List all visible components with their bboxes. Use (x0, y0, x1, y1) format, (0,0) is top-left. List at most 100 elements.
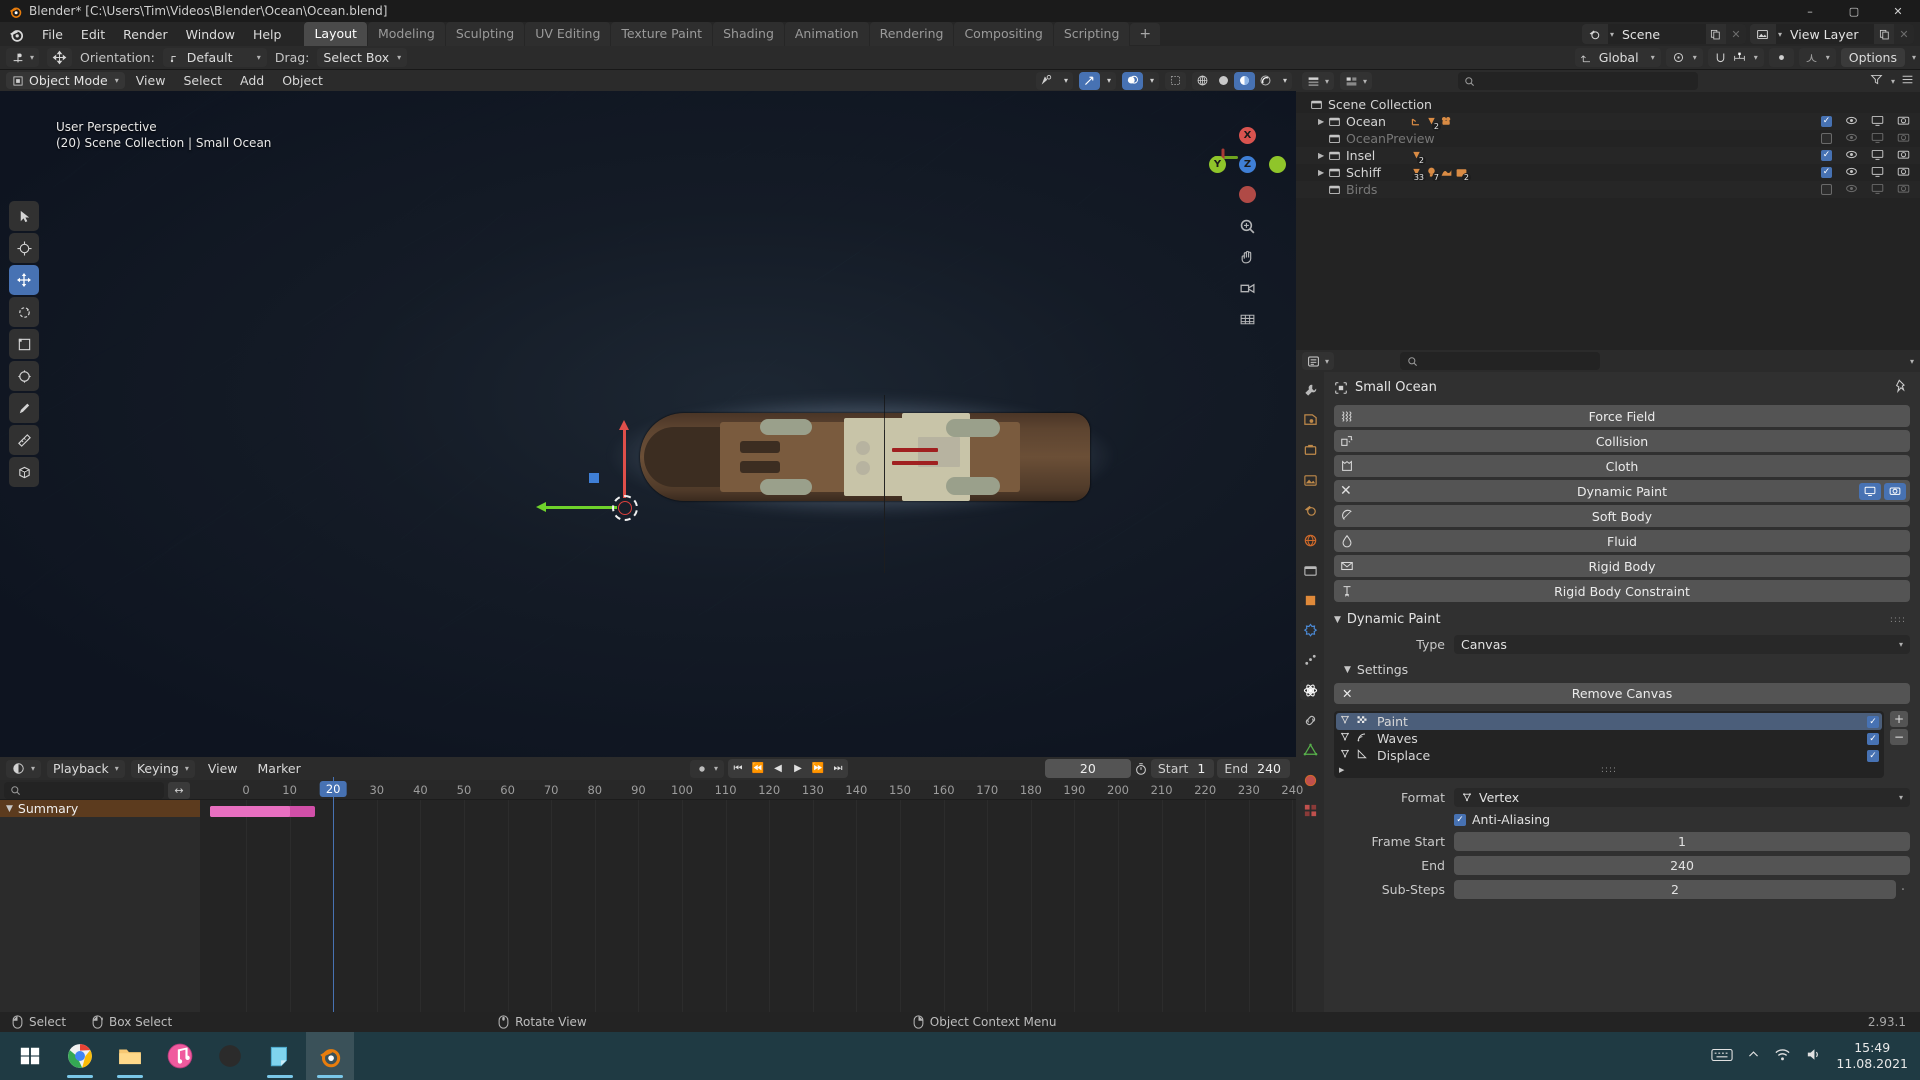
menu-render[interactable]: Render (114, 24, 177, 45)
hide-in-viewport-eye-icon[interactable] (1845, 182, 1858, 198)
viewport-menu-object[interactable]: Object (275, 72, 330, 89)
zoom-icon[interactable] (1236, 215, 1258, 237)
settings-expand-triangle-icon[interactable]: ▼ (1344, 665, 1351, 675)
outliner-badge-camera-icon[interactable] (1440, 115, 1453, 128)
substeps-animate-dot[interactable]: · (1896, 882, 1910, 898)
drag-dropdown[interactable]: Select Box ▾ (317, 48, 408, 67)
outliner-expand-triangle-icon[interactable]: ▶ (1318, 151, 1324, 160)
volume-icon[interactable] (1805, 1046, 1822, 1066)
workspace-tab-sculpting[interactable]: Sculpting (445, 22, 525, 46)
hide-in-viewport-eye-icon[interactable] (1845, 131, 1858, 147)
properties-editor-type-dropdown[interactable]: ▾ (1302, 352, 1335, 370)
workspace-tab-texture-paint[interactable]: Texture Paint (611, 22, 713, 46)
outliner-filter-chevron-icon[interactable]: ▾ (1891, 77, 1895, 86)
outliner-row[interactable]: Birds (1296, 181, 1920, 198)
disable-in-viewports-monitor-icon[interactable] (1871, 182, 1884, 198)
antialiasing-checkbox-wrap[interactable]: ✓ Anti-Aliasing (1454, 812, 1550, 827)
current-frame-field[interactable]: 20 (1044, 759, 1131, 778)
remove-canvas-button[interactable]: ✕ Remove Canvas (1334, 683, 1910, 704)
outliner-badge-light-icon[interactable]: 7 (1425, 166, 1441, 182)
physics-button-soft-body[interactable]: Soft Body (1334, 505, 1910, 527)
physics-button-dynamic-paint[interactable]: ✕ Dynamic Paint (1334, 480, 1910, 502)
outliner-expand-triangle-icon[interactable]: ▶ (1318, 168, 1324, 177)
workspace-tab-animation[interactable]: Animation (784, 22, 869, 46)
gizmo-axis-z-ball[interactable]: Z (1239, 156, 1256, 173)
close-button[interactable]: ✕ (1876, 0, 1920, 22)
outliner-expand-triangle-icon[interactable]: ▶ (1318, 117, 1324, 126)
outliner-badge-mesh-icon[interactable]: 33 (1410, 166, 1426, 182)
tab-collection[interactable] (1300, 560, 1320, 580)
menu-file[interactable]: File (33, 24, 72, 45)
sticky-notes-icon[interactable] (256, 1032, 304, 1080)
properties-tab-strip[interactable] (1296, 372, 1324, 1030)
disable-in-renders-camera-icon[interactable] (1897, 182, 1910, 198)
viewport-menu-add[interactable]: Add (233, 72, 271, 89)
outliner-badge-empty-icon[interactable] (1410, 115, 1423, 128)
show-gizmo-icon[interactable] (1079, 71, 1100, 90)
end-frame-field[interactable]: End 240 (1217, 759, 1290, 778)
chrome-icon[interactable] (56, 1032, 104, 1080)
visibility-chevron-down-icon[interactable]: ▾ (1059, 72, 1073, 90)
physics-button-fluid[interactable]: Fluid (1334, 530, 1910, 552)
surface-list-item[interactable]: Displace ✓ (1336, 747, 1882, 764)
3d-cursor-icon[interactable] (612, 495, 638, 521)
physics-button-rigid-body-constraint[interactable]: Rigid Body Constraint (1334, 580, 1910, 602)
tweak-select-tool[interactable] (9, 201, 39, 231)
move-gizmo-y-axis-arrow[interactable] (536, 502, 617, 512)
new-view-layer-button[interactable] (1874, 24, 1894, 44)
properties-options-chevron-icon[interactable]: ▾ (1910, 357, 1914, 366)
rendered-shading-icon[interactable] (1255, 72, 1276, 90)
disable-in-renders-camera-icon[interactable] (1897, 114, 1910, 130)
keying-dropdown[interactable]: Keying ▾ (130, 759, 195, 778)
workspace-tab-modeling[interactable]: Modeling (367, 22, 445, 46)
menu-window[interactable]: Window (177, 24, 244, 45)
move-gizmo-plane-handle[interactable] (589, 473, 599, 483)
workspace-tab-rendering[interactable]: Rendering (869, 22, 954, 46)
use-preview-range-icon[interactable] (1134, 762, 1148, 776)
tab-constraints[interactable] (1300, 710, 1320, 730)
workspace-tab-uv-editing[interactable]: UV Editing (525, 22, 611, 46)
tab-modifiers[interactable] (1300, 620, 1320, 640)
physics-button-force-field[interactable]: Force Field (1334, 405, 1910, 427)
summary-channel-row[interactable]: ▼ Summary (0, 800, 200, 817)
gizmo-axis-neg-y-ball[interactable] (1269, 156, 1286, 173)
tab-tool[interactable] (1300, 380, 1320, 400)
outliner-row-enable-checkbox[interactable] (1821, 116, 1832, 127)
new-scene-button[interactable] (1705, 24, 1726, 44)
physics-button-collision[interactable]: Collision (1334, 430, 1910, 452)
view-layer-name-field[interactable]: View Layer (1782, 27, 1874, 42)
timeline-menu-view[interactable]: View (201, 761, 245, 776)
play-button[interactable]: ▶ (788, 759, 808, 778)
minimize-button[interactable]: – (1788, 0, 1832, 22)
pivot-point-dropdown[interactable]: ▾ (1665, 48, 1703, 67)
tab-texture[interactable] (1300, 800, 1320, 820)
outliner-editor[interactable]: ▾ ▾ ▾ Scene Collection ▶ Ocean 2 ✓ Ocean… (1296, 70, 1920, 350)
physics-buttons-list[interactable]: Force Field Collision Cloth ✕ Dynamic Pa… (1334, 405, 1910, 602)
gizmo-axis-x-ball[interactable]: X (1239, 127, 1256, 144)
disable-in-renders-camera-icon[interactable] (1897, 131, 1910, 147)
menu-edit[interactable]: Edit (72, 24, 114, 45)
tab-view-layer[interactable] (1300, 470, 1320, 490)
physics-button-rigid-body[interactable]: Rigid Body (1334, 555, 1910, 577)
outliner-tree[interactable]: Scene Collection ▶ Ocean 2 OceanPreview (1296, 92, 1920, 198)
disable-in-viewports-monitor-icon[interactable] (1871, 148, 1884, 164)
viewport-navigation-gizmo[interactable]: X Y Z (1190, 123, 1286, 203)
surface-enabled-checkbox[interactable]: ✓ (1867, 715, 1879, 728)
move-tool[interactable] (9, 265, 39, 295)
gizmo-group[interactable]: ▾ (1079, 71, 1116, 90)
timeline-editor[interactable]: ▾ Playback ▾ Keying ▾ View Marker ▾ ⏮ ⏪ (0, 757, 1303, 1037)
show-overlays-icon[interactable] (1122, 71, 1143, 90)
overlays-chevron-down-icon[interactable]: ▾ (1145, 72, 1159, 90)
disable-in-viewports-monitor-icon[interactable] (1871, 131, 1884, 147)
tab-world[interactable] (1300, 530, 1320, 550)
move-tool-indicator[interactable] (47, 48, 73, 67)
move-gizmo-z-axis-arrow[interactable] (618, 420, 629, 498)
hide-in-viewport-eye-icon[interactable] (1845, 114, 1858, 130)
timeline-ruler[interactable]: ↔ 01020304050607080901001101201301401501… (0, 780, 1303, 800)
measure-tool[interactable] (9, 425, 39, 455)
audio-app-icon[interactable] (206, 1032, 254, 1080)
viewport-canvas[interactable]: User Perspective (20) Scene Collection |… (0, 91, 1296, 757)
outliner-search-input[interactable] (1458, 72, 1699, 90)
start-frame-field[interactable]: Start 1 (1150, 759, 1215, 778)
previous-keyframe-button[interactable]: ⏪ (748, 759, 768, 778)
